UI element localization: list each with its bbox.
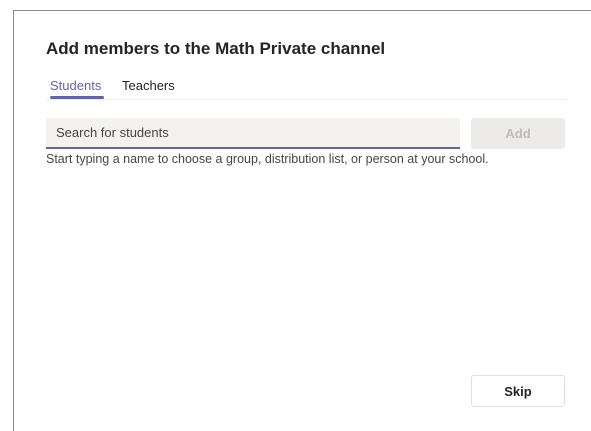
tab-students[interactable]: Students <box>50 78 101 93</box>
skip-button[interactable]: Skip <box>471 375 565 407</box>
tab-bar: Students Teachers <box>46 75 566 100</box>
search-students-input[interactable] <box>46 118 460 147</box>
search-field-container <box>46 118 460 149</box>
add-button[interactable]: Add <box>471 118 565 149</box>
dialog-title: Add members to the Math Private channel <box>46 39 386 58</box>
active-tab-indicator <box>50 96 104 99</box>
search-hint-text: Start typing a name to choose a group, d… <box>46 152 489 166</box>
add-members-dialog: Add members to the Math Private channel … <box>13 10 591 431</box>
tab-teachers[interactable]: Teachers <box>122 78 175 93</box>
